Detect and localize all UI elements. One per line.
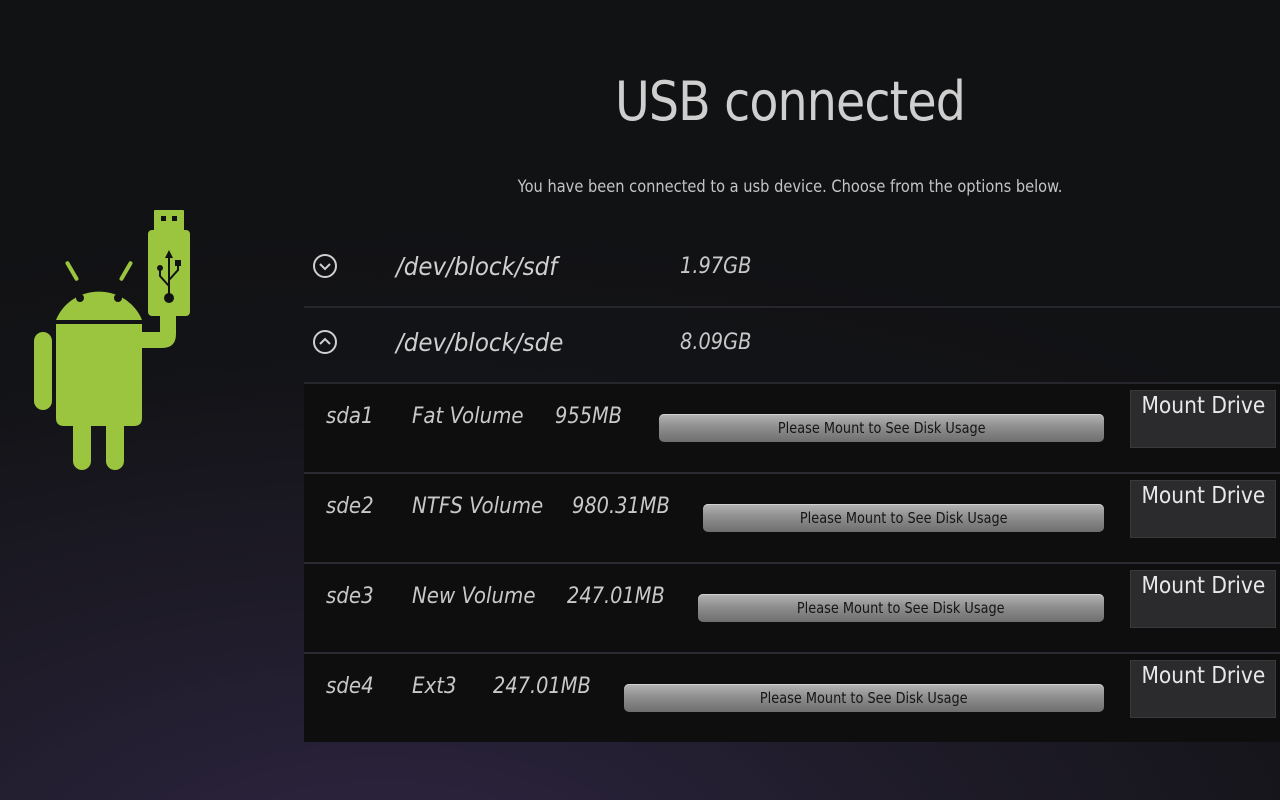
partition-size: 247.01MB bbox=[567, 584, 665, 609]
partition-row: sde2 NTFS Volume 980.31MB Please Mount t… bbox=[304, 474, 1280, 564]
disk-usage-bar: Please Mount to See Disk Usage bbox=[624, 684, 1104, 712]
device-row[interactable]: /dev/block/sde 8.09GB bbox=[304, 308, 1280, 384]
disk-usage-text: Please Mount to See Disk Usage bbox=[799, 509, 1008, 527]
device-path: /dev/block/sde bbox=[396, 328, 564, 357]
disk-usage-bar: Please Mount to See Disk Usage bbox=[703, 504, 1104, 532]
partition-id: sde4 bbox=[326, 674, 374, 699]
partition-label: NTFS Volume bbox=[412, 494, 544, 519]
partition-id: sde2 bbox=[326, 494, 374, 519]
partition-id: sde3 bbox=[326, 584, 374, 609]
mount-drive-button[interactable]: Mount Drive bbox=[1130, 660, 1276, 718]
disk-usage-text: Please Mount to See Disk Usage bbox=[777, 419, 986, 437]
device-list: /dev/block/sdf 1.97GB /dev/block/sde 8.0… bbox=[304, 232, 1280, 742]
partition-list: sda1 Fat Volume 955MB Please Mount to Se… bbox=[304, 384, 1280, 742]
partition-label: Ext3 bbox=[412, 674, 457, 699]
partition-row: sda1 Fat Volume 955MB Please Mount to Se… bbox=[304, 384, 1280, 474]
android-usb-mascot-icon bbox=[34, 210, 190, 470]
partition-row: sde3 New Volume 247.01MB Please Mount to… bbox=[304, 564, 1280, 654]
partition-row: sde4 Ext3 247.01MB Please Mount to See D… bbox=[304, 654, 1280, 742]
disk-usage-text: Please Mount to See Disk Usage bbox=[760, 689, 968, 707]
disk-usage-bar: Please Mount to See Disk Usage bbox=[698, 594, 1104, 622]
device-size: 1.97GB bbox=[680, 254, 752, 279]
partition-size: 980.31MB bbox=[572, 494, 670, 519]
partition-size: 247.01MB bbox=[493, 674, 591, 699]
mount-drive-button[interactable]: Mount Drive bbox=[1130, 390, 1276, 448]
partition-label: New Volume bbox=[412, 584, 536, 609]
disk-usage-text: Please Mount to See Disk Usage bbox=[797, 599, 1005, 617]
chevron-down-circle-icon[interactable] bbox=[313, 254, 337, 278]
device-path: /dev/block/sdf bbox=[396, 252, 558, 281]
device-row[interactable]: /dev/block/sdf 1.97GB bbox=[304, 232, 1280, 308]
disk-usage-bar: Please Mount to See Disk Usage bbox=[659, 414, 1104, 442]
partition-label: Fat Volume bbox=[412, 404, 524, 429]
mount-drive-button[interactable]: Mount Drive bbox=[1130, 570, 1276, 628]
mount-drive-button[interactable]: Mount Drive bbox=[1130, 480, 1276, 538]
chevron-up-circle-icon[interactable] bbox=[313, 330, 337, 354]
page-title: USB connected bbox=[614, 70, 966, 133]
partition-id: sda1 bbox=[326, 404, 374, 429]
page-subtitle: You have been connected to a usb device.… bbox=[517, 177, 1063, 197]
device-size: 8.09GB bbox=[680, 330, 752, 355]
partition-size: 955MB bbox=[555, 404, 622, 429]
